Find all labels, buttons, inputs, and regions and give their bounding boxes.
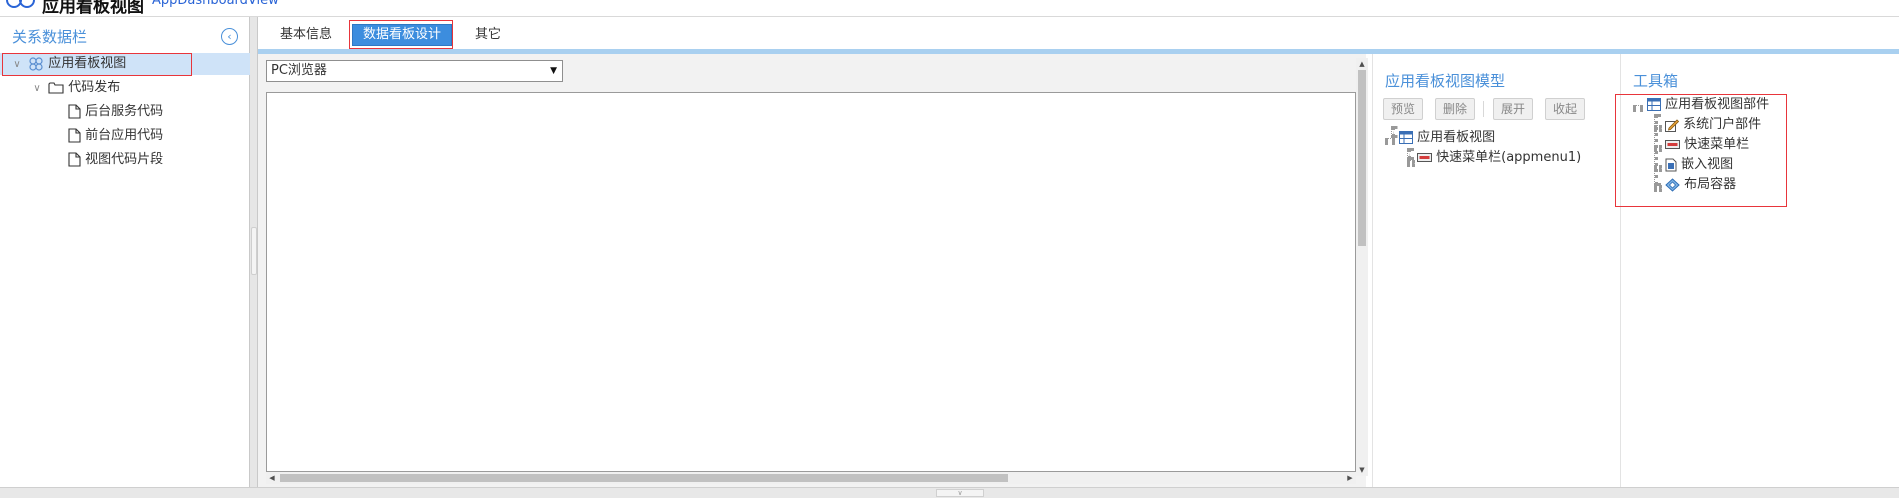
model-panel: 应用看板视图模型 预览 删除 展开 收起 应用看板视图 快速菜单栏(appmen… — [1372, 54, 1620, 487]
collapse-button[interactable]: 收起 — [1545, 98, 1586, 120]
collapse-sidebar-icon[interactable]: ‹ — [221, 28, 238, 45]
preview-button[interactable]: 预览 — [1383, 98, 1424, 120]
toolbox-title: 工具箱 — [1633, 72, 1679, 90]
tree-connector — [1633, 105, 1643, 109]
expand-button[interactable]: 展开 — [1493, 98, 1534, 120]
model-tree-child[interactable]: 快速菜单栏(appmenu1) — [1417, 148, 1581, 168]
embed-view-icon — [1665, 158, 1677, 171]
toolbox-item-label: 快速菜单栏 — [1684, 137, 1750, 152]
toolbox-item[interactable]: 嵌入视图 — [1665, 155, 1733, 175]
tree-item-file[interactable]: 后台服务代码 — [68, 101, 163, 123]
tree-connector — [1407, 148, 1411, 160]
toolbox-root[interactable]: 应用看板视图部件 — [1647, 95, 1769, 115]
toolbox-item-label: 嵌入视图 — [1681, 157, 1734, 172]
tree-item-root[interactable]: ∨ 应用看板视图 — [0, 53, 250, 75]
tree-connector — [1385, 138, 1395, 142]
app-logo-icon — [6, 0, 35, 8]
model-tree-label: 应用看板视图 — [1417, 130, 1496, 145]
sidebar-title: 关系数据栏 — [12, 28, 88, 46]
tab-other[interactable]: 其它 — [465, 24, 511, 46]
tree-connector — [1654, 165, 1662, 169]
menu-bar-icon — [1665, 140, 1680, 149]
file-icon — [68, 104, 81, 119]
toolbox-panel: 工具箱 应用看板视图部件 系统门户部件 快速菜单栏 嵌入视图 布局容器 — [1615, 54, 1899, 487]
toolbox-item-label: 布局容器 — [1684, 177, 1737, 192]
tab-bar: 基本信息 数据看板设计 其它 — [258, 17, 1899, 49]
design-canvas[interactable] — [266, 92, 1356, 472]
vertical-scrollbar[interactable]: ▲ ▼ — [1356, 58, 1368, 476]
chevron-down-icon[interactable]: ∨ — [10, 54, 24, 76]
scrollbar-thumb[interactable] — [280, 474, 1008, 482]
tree-connector — [1654, 185, 1662, 189]
tree-item-file[interactable]: 前台应用代码 — [68, 125, 163, 147]
bottom-splitter-handle[interactable]: ∨ — [936, 489, 984, 497]
tree-item-file[interactable]: 视图代码片段 — [68, 149, 163, 171]
dropdown-arrow-icon: ▼ — [550, 66, 557, 76]
tree-connector — [1654, 145, 1662, 149]
page-subtitle[interactable]: AppDashboardView — [152, 0, 279, 8]
scrollbar-thumb[interactable] — [1358, 70, 1366, 246]
model-tree-label: 快速菜单栏(appmenu1) — [1436, 150, 1582, 165]
file-icon — [68, 152, 81, 167]
tree-connector — [1407, 160, 1415, 164]
splitter-handle[interactable] — [251, 227, 257, 275]
tree-connector — [1391, 126, 1395, 138]
tree-connector — [1654, 125, 1662, 129]
menu-bar-icon — [1417, 153, 1432, 162]
app-header: 应用看板视图 AppDashboardView — [0, 0, 1899, 17]
horizontal-scrollbar[interactable]: ◀ ▶ — [266, 472, 1356, 484]
grid-view-icon — [1647, 98, 1661, 111]
tree-item-folder[interactable]: ∨ 代码发布 — [30, 77, 120, 99]
tab-dashboard-design[interactable]: 数据看板设计 — [352, 24, 453, 46]
scroll-up-icon[interactable]: ▲ — [1356, 58, 1368, 70]
device-select-value: PC浏览器 — [271, 63, 327, 78]
tree-item-label: 代码发布 — [68, 80, 121, 95]
chevron-down-icon[interactable]: ∨ — [30, 78, 44, 100]
scroll-right-icon[interactable]: ▶ — [1344, 472, 1356, 484]
toolbar-divider — [1483, 101, 1484, 117]
edit-portal-icon — [1665, 118, 1679, 132]
model-tree-root[interactable]: 应用看板视图 — [1399, 128, 1495, 148]
toolbox-item[interactable]: 快速菜单栏 — [1665, 135, 1749, 155]
tree-item-label: 应用看板视图 — [48, 56, 127, 71]
page-title: 应用看板视图 — [42, 0, 144, 17]
model-panel-title: 应用看板视图模型 — [1385, 72, 1506, 90]
toolbox-item[interactable]: 系统门户部件 — [1665, 115, 1761, 135]
toolbox-root-label: 应用看板视图部件 — [1665, 97, 1770, 112]
design-area: PC浏览器 ▼ ▲ ▼ ◀ ▶ — [258, 54, 1368, 487]
scroll-down-icon[interactable]: ▼ — [1356, 464, 1368, 476]
vertical-splitter[interactable] — [250, 17, 258, 487]
layout-container-icon — [1665, 177, 1680, 192]
tree-item-label: 前台应用代码 — [85, 128, 164, 143]
toolbox-item-label: 系统门户部件 — [1683, 117, 1762, 132]
toolbox-item[interactable]: 布局容器 — [1665, 175, 1736, 195]
tree-item-label: 视图代码片段 — [85, 152, 164, 167]
sidebar-header: 关系数据栏 ‹ — [0, 17, 249, 53]
bottom-splitter[interactable]: ∨ — [0, 487, 1899, 498]
scroll-left-icon[interactable]: ◀ — [266, 472, 278, 484]
delete-button[interactable]: 删除 — [1435, 98, 1476, 120]
folder-icon — [48, 81, 64, 94]
device-select[interactable]: PC浏览器 ▼ — [266, 60, 563, 82]
grid-view-icon — [1399, 131, 1413, 144]
main-area: 基本信息 数据看板设计 其它 PC浏览器 ▼ ▲ ▼ ◀ ▶ 应用看板视图模型 … — [258, 17, 1899, 487]
relation-sidebar: 关系数据栏 ‹ ∨ 应用看板视图 ∨ 代码发布 后台服务代码 前台应用代码 视图… — [0, 17, 250, 487]
file-icon — [68, 128, 81, 143]
dashboard-view-icon — [29, 56, 43, 71]
tab-basic-info[interactable]: 基本信息 — [270, 24, 342, 46]
tree-item-label: 后台服务代码 — [85, 104, 164, 119]
